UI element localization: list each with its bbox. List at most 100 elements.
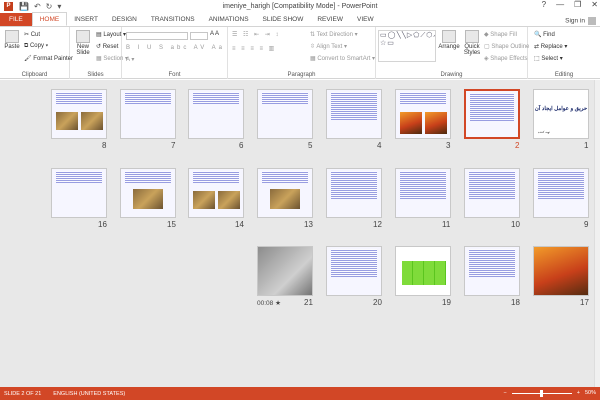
status-bar: SLIDE 2 OF 21 ENGLISH (UNITED STATES) − … (0, 387, 600, 400)
find-button[interactable]: 🔍 Find (534, 31, 555, 38)
shape-outline-button[interactable]: ▢ Shape Outline (484, 43, 529, 50)
align-text-button[interactable]: ⇳ Align Text ▾ (310, 43, 347, 50)
font-format-buttons[interactable]: B I U S abc AV Aa (126, 45, 225, 51)
slide-thumbnail[interactable]: حريق و عوامل ايجاد آن تهيه كننده (533, 89, 589, 139)
zoom-out-button[interactable]: − (504, 390, 507, 396)
slide-text-lines (331, 249, 377, 277)
slide-picture (56, 112, 78, 130)
zoom-slider-knob[interactable] (539, 389, 543, 397)
reset-label: Reset (102, 44, 119, 50)
tab-insert[interactable]: INSERT (67, 13, 105, 26)
window-controls: ? — ❐ ✕ (542, 0, 598, 9)
slide-thumbnail[interactable] (120, 89, 176, 139)
tab-view[interactable]: VIEW (350, 13, 381, 26)
slide-thumbnail[interactable] (326, 168, 382, 218)
slide-number: 15 (167, 220, 176, 229)
vertical-scrollbar[interactable] (594, 80, 600, 387)
slide-number: 18 (511, 298, 520, 307)
slide-thumbnail[interactable] (326, 246, 382, 296)
find-label: Find (543, 32, 555, 38)
language-indicator[interactable]: ENGLISH (UNITED STATES) (53, 391, 125, 397)
slide-thumbnail[interactable] (120, 168, 176, 218)
text-direction-button[interactable]: ⇅ Text Direction ▾ (310, 31, 358, 38)
slide-thumbnail[interactable] (533, 246, 589, 296)
editing-group-label: Editing (554, 72, 574, 78)
slide-number: 3 (446, 141, 451, 150)
shape-effects-button[interactable]: ◈ Shape Effects (484, 55, 528, 62)
ribbon-home: Paste ✂ Cut ⧉ Copy ▾ 🖌 Format Painter Cl… (0, 27, 600, 79)
slide-thumbnail[interactable] (257, 168, 313, 218)
slide-thumbnail[interactable] (533, 168, 589, 218)
select-button[interactable]: ⬚ Select ▾ (534, 55, 563, 62)
arrange-button[interactable]: Arrange (438, 30, 460, 50)
slide-thumbnail[interactable] (51, 168, 107, 218)
slide-text-lines (469, 171, 515, 199)
slide-thumbnail[interactable] (464, 168, 520, 218)
sign-in-link[interactable]: Sign in (565, 17, 596, 25)
convert-smartart-button[interactable]: ▦ Convert to SmartArt ▾ (310, 55, 375, 62)
slide-text-lines (262, 92, 308, 104)
slide-thumbnail[interactable] (395, 168, 451, 218)
zoom-in-button[interactable]: + (577, 390, 580, 396)
copy-label: Copy (29, 43, 44, 49)
tab-design[interactable]: DESIGN (105, 13, 144, 26)
tab-slide-show[interactable]: SLIDE SHOW (256, 13, 311, 26)
slide-thumbnail[interactable] (257, 89, 313, 139)
font-color-icon[interactable]: A ▾ (126, 56, 134, 63)
shapes-gallery[interactable]: ▭◯╲╲▷⬠⟋⬡⌒{}☆▭ (378, 30, 436, 62)
list-buttons[interactable]: ☰ ☷ ⇤ ⇥ ↕ (232, 31, 280, 38)
zoom-slider[interactable] (511, 389, 572, 397)
customize-qat-icon[interactable]: ▾ (57, 2, 61, 11)
paragraph-group-label: Paragraph (287, 72, 316, 78)
reset-button[interactable]: ↺ Reset (96, 43, 118, 50)
minimize-button[interactable]: — (556, 0, 564, 9)
powerpoint-icon[interactable]: P (4, 2, 13, 11)
paste-button[interactable]: Paste (2, 30, 22, 50)
slide-thumbnail[interactable] (395, 89, 451, 139)
copy-button[interactable]: ⧉ Copy ▾ (24, 43, 48, 50)
zoom-controls: − + 50% (504, 389, 596, 397)
replace-button[interactable]: ⇄ Replace ▾ (534, 43, 567, 50)
restore-button[interactable]: ❐ (574, 0, 581, 9)
slide-thumbnail[interactable] (395, 246, 451, 296)
tab-review[interactable]: REVIEW (310, 13, 350, 26)
align-buttons[interactable]: ≡ ≡ ≡ ≡ ▥ (232, 45, 276, 52)
slide-thumbnail[interactable] (464, 89, 520, 139)
new-slide-icon (76, 30, 90, 43)
shape-fill-button[interactable]: ◆ Shape Fill (484, 31, 517, 38)
tab-home[interactable]: HOME (31, 12, 68, 26)
tab-file[interactable]: FILE (0, 13, 32, 26)
slide-timing-label: 00:08 (257, 300, 274, 307)
slide-text-lines (400, 92, 446, 104)
slide-thumbnail[interactable] (188, 168, 244, 218)
cut-button[interactable]: ✂ Cut (24, 31, 40, 38)
zoom-level[interactable]: 50% (585, 390, 596, 396)
font-name-box[interactable] (126, 32, 188, 40)
grow-font-icon[interactable]: A A (210, 31, 219, 37)
slide-thumbnail[interactable] (51, 89, 107, 139)
new-slide-button[interactable]: New Slide (72, 30, 94, 56)
format-painter-button[interactable]: 🖌 Format Painter (24, 55, 73, 62)
slide-number: 4 (377, 141, 382, 150)
slide-number: 16 (98, 220, 107, 229)
font-size-box[interactable] (190, 32, 208, 40)
slide-thumbnail[interactable] (188, 89, 244, 139)
undo-icon[interactable]: ↶ (34, 2, 41, 11)
slide-subtitle-text: تهيه كننده (538, 130, 550, 134)
arrange-icon (442, 30, 456, 43)
tab-animations[interactable]: ANIMATIONS (202, 13, 256, 26)
new-slide-label: New Slide (76, 44, 90, 56)
slide-text-lines (400, 171, 446, 199)
help-button[interactable]: ? (542, 0, 546, 9)
slide-thumbnail[interactable] (464, 246, 520, 296)
redo-icon[interactable]: ↻ (46, 2, 53, 11)
save-icon[interactable]: 💾 (19, 2, 29, 11)
font-group-label: Font (168, 72, 181, 78)
slide-thumbnail[interactable] (257, 246, 313, 296)
slide-number: 20 (373, 298, 382, 307)
slide-number: 9 (584, 220, 589, 229)
slide-thumbnail[interactable] (326, 89, 382, 139)
close-button[interactable]: ✕ (591, 0, 598, 9)
quick-styles-button[interactable]: Quick Styles (461, 30, 483, 56)
tab-transitions[interactable]: TRANSITIONS (144, 13, 202, 26)
